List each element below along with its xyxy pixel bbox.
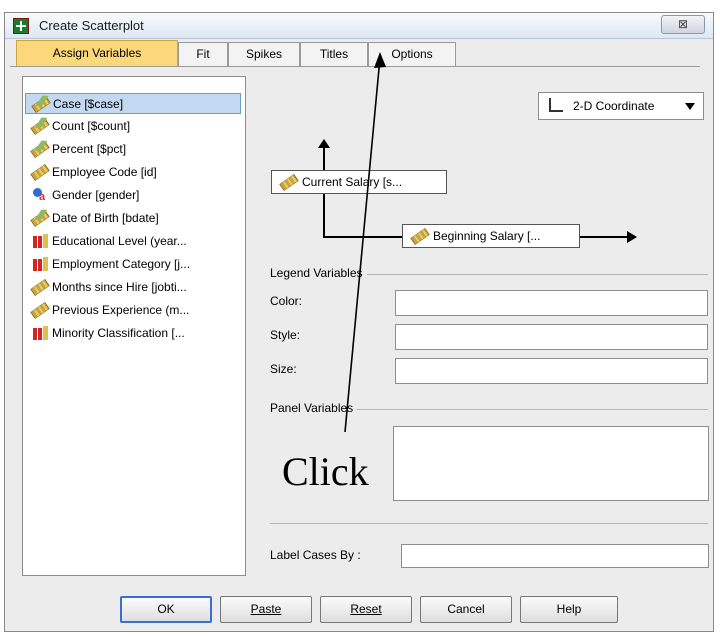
annotation-arrow (344, 52, 386, 433)
click-annotation: Click (282, 449, 369, 494)
